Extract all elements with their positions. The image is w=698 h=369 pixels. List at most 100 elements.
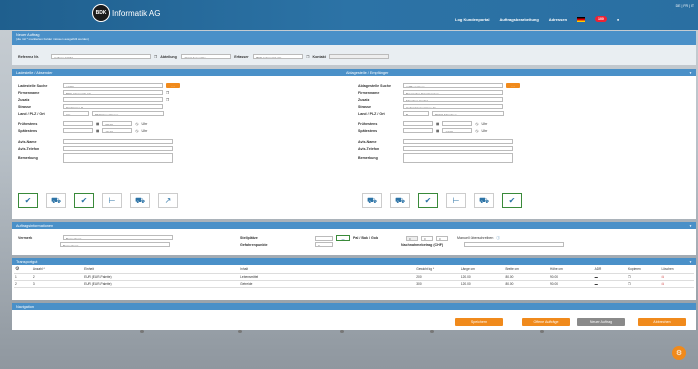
truck-loaded-icon[interactable]: ⛟ [130,193,150,208]
row-unit[interactable]: EUR (EUR-Palette) [83,280,240,288]
unloading-time2-input[interactable]: 17:00 [442,128,473,133]
loading-time2-input[interactable]: 16:10 [102,128,133,133]
unloading-search-button[interactable]: … [506,83,520,88]
cod-input[interactable] [464,242,564,247]
truck-icon-3[interactable]: ⛟ [474,193,494,208]
loading-search-button[interactable]: … [166,83,180,88]
unloading-date2-input[interactable] [403,128,433,133]
calendar-icon-2[interactable]: ▦ [96,129,99,133]
add-row-icon[interactable]: ⚙ [15,266,19,272]
unloading-time1-input[interactable] [442,121,473,126]
unloading-firm-input[interactable]: Bayrischer Transfermtop [403,90,503,95]
loading-date2-input[interactable] [63,128,93,133]
adr-toggle[interactable]: ▬ [593,280,628,288]
nav-orders[interactable]: Auftragsbearbeitung [499,17,538,22]
copy-icon[interactable]: ❐ [154,55,157,59]
forklift-icon-2[interactable]: ⊢ [446,193,466,208]
user-icon[interactable]: ● [617,17,619,22]
row-weight[interactable]: 300 [415,280,460,288]
truck-icon[interactable]: ⛟ [46,193,66,208]
loading-firm-input[interactable]: BDK Informatik AG [63,90,163,95]
clock-icon-2[interactable]: ◷ [135,129,138,133]
dept-select[interactable]: Abteil Assembly [181,54,232,59]
collapse-icon-3[interactable]: ▼ [689,260,692,264]
loading-country-select[interactable]: CH [63,111,89,116]
row-height[interactable]: 90.00 [549,273,594,281]
settings-gear-icon[interactable]: ⚙ [672,346,686,360]
logo[interactable]: BDK Informatik AG [92,4,160,22]
copy-icon-2[interactable]: ❐ [306,55,309,59]
row-count[interactable]: 2 [31,273,84,281]
pal-input-1[interactable]: 0 [406,235,418,241]
delete-row-icon[interactable]: ☒ [660,280,694,288]
adr-toggle[interactable]: ▬ [593,273,628,281]
loading-extra-input[interactable] [63,97,163,102]
nav-address[interactable]: Adressen [549,17,567,22]
clock-icon-4[interactable]: ◷ [475,129,478,133]
copy-row-icon[interactable]: ❐ [627,280,661,288]
calendar-icon-4[interactable]: ▦ [436,129,439,133]
table-row[interactable]: 1 2 EUR (EUR-Palette) Lebensmittel 200 1… [14,273,694,281]
lift-icon[interactable]: ↗ [158,193,178,208]
contact-input[interactable] [329,54,390,59]
remark-input[interactable]: Bemerkung [63,235,173,240]
truck-icon-2[interactable]: ⛟ [362,193,382,208]
notification-badge[interactable]: 100 [595,16,607,22]
collapse-icon[interactable]: ▼ [689,71,692,75]
new-order-button[interactable]: Neuer Auftrag [577,318,625,326]
unloading-search-input[interactable]: mdBeyerlaum [403,83,503,88]
calendar-icon-3[interactable]: ▦ [436,122,439,126]
delete-row-icon[interactable]: ☒ [660,273,694,281]
manual-override[interactable]: Manuell überschreiben [457,236,493,240]
unloading-avis-input[interactable] [403,139,513,144]
remark-input-2[interactable]: Bemerkung [60,242,170,247]
row-length[interactable]: 120.00 [459,280,505,288]
flag-icon[interactable] [577,16,586,22]
loading-date-input[interactable] [63,121,93,126]
loading-search-input[interactable]: n/a83 [63,83,163,88]
row-width[interactable]: 80.00 [504,273,550,281]
unloading-note-input[interactable] [403,153,513,163]
save-button[interactable]: Speichern [455,318,503,326]
row-content[interactable]: Lebensmittel [239,273,416,281]
loading-street-input[interactable]: Dägitrasse 8 [63,104,163,109]
nav-log[interactable]: Log Kundenportal [455,17,489,22]
loading-avis-tel-input[interactable] [63,146,173,151]
info-icon[interactable]: ⓘ [496,236,500,241]
forklift-icon[interactable]: ⊢ [102,193,122,208]
collapse-icon-2[interactable]: ▼ [689,224,692,228]
truck-loaded-icon-2[interactable]: ⛟ [390,193,410,208]
danger-input[interactable]: 0 [315,242,333,247]
language-switch[interactable]: DE | FR | IT [676,4,694,8]
check-icon-2[interactable]: ✔ [418,193,438,208]
check-icon[interactable]: ✔ [18,193,38,208]
row-count[interactable]: 3 [31,280,84,288]
calendar-icon[interactable]: ▦ [96,122,99,126]
clock-icon[interactable]: ◷ [135,122,138,126]
row-unit[interactable]: EUR (EUR-Palette) [83,273,240,281]
row-content[interactable]: Getreide [239,280,416,288]
loading-avis-input[interactable] [63,139,173,144]
ref-input[interactable]: Auftrag 12474 [51,54,151,59]
copy-row-icon[interactable]: ❐ [627,273,661,281]
row-height[interactable]: 90.00 [549,280,594,288]
pal-input-2[interactable]: 0 [421,235,433,241]
loading-city-input[interactable]: 8630 Kreuzlingen [92,111,164,116]
clock-icon-3[interactable]: ◷ [475,122,478,126]
unloading-extra-input[interactable]: München GmbH [403,97,503,102]
loading-note-input[interactable] [63,153,173,163]
unloading-city-input[interactable]: 80331 München [432,111,504,116]
row-weight[interactable]: 200 [415,273,460,281]
places-input[interactable] [315,235,333,241]
sender-input[interactable]: BDK Informatik AG [253,54,304,59]
open-orders-button[interactable]: Offene Aufträge [522,318,570,326]
copy-icon-3[interactable]: ❐ [166,91,169,95]
copy-icon-4[interactable]: ❐ [166,98,169,102]
unloading-avis-tel-input[interactable] [403,146,513,151]
row-length[interactable]: 120.00 [459,273,505,281]
check-doc-icon[interactable]: ✔ [74,193,94,208]
pallet-icon[interactable]: ⚊ [336,235,350,241]
check-doc-icon-2[interactable]: ✔ [502,193,522,208]
loading-time1-input[interactable]: 08:20 [102,121,133,126]
cancel-button[interactable]: Abbrechen [638,318,686,326]
